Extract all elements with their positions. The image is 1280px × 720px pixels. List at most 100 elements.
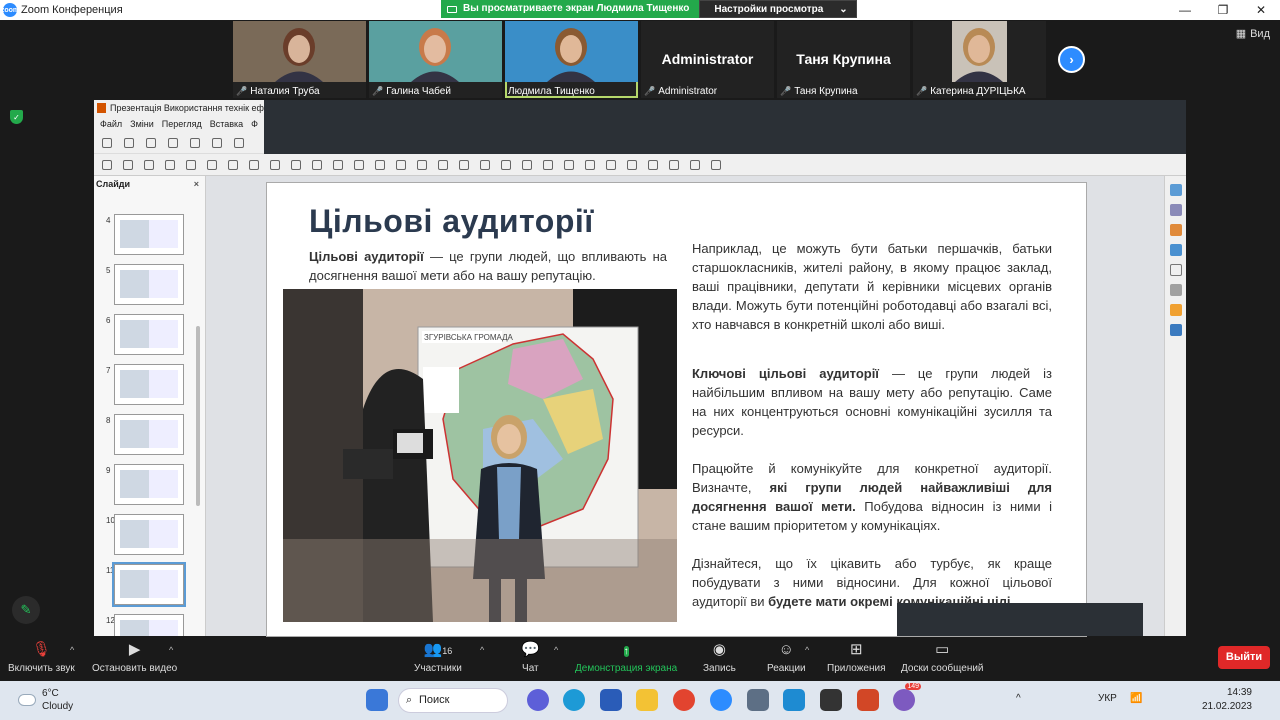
menu-item[interactable]: Зміни bbox=[130, 119, 154, 129]
toolbar-tool-icon[interactable] bbox=[190, 138, 200, 148]
slide-thumbnail[interactable] bbox=[114, 214, 184, 255]
toolbar-tool-icon[interactable] bbox=[711, 160, 721, 170]
menu-item[interactable]: Вставка bbox=[210, 119, 243, 129]
restore-icon[interactable]: ❐ bbox=[1204, 0, 1242, 20]
toolbar-tool-icon[interactable] bbox=[522, 160, 532, 170]
toolbar-tool-icon[interactable] bbox=[123, 160, 133, 170]
teamviewer-icon[interactable] bbox=[783, 689, 805, 711]
transition-icon[interactable] bbox=[1169, 304, 1182, 316]
participant-tile[interactable]: 🎤 Галина Чабей bbox=[369, 21, 502, 98]
edge-icon[interactable] bbox=[563, 689, 585, 711]
participants-button[interactable]: 👥16 Участники bbox=[414, 641, 462, 674]
styles-icon[interactable] bbox=[1169, 204, 1182, 216]
toolbar-tool-icon[interactable] bbox=[501, 160, 511, 170]
toolbar-tool-icon[interactable] bbox=[438, 160, 448, 170]
annotate-pencil-icon[interactable]: ✎ bbox=[12, 596, 40, 624]
menu-item[interactable]: Ф bbox=[251, 119, 258, 129]
close-panel-icon[interactable]: × bbox=[194, 179, 199, 189]
slide-thumbnail[interactable] bbox=[112, 562, 186, 607]
toolbar-tool-icon[interactable] bbox=[669, 160, 679, 170]
animation-icon[interactable] bbox=[1169, 284, 1182, 296]
slide-thumbnail[interactable] bbox=[114, 614, 184, 636]
leave-button[interactable]: Выйти bbox=[1218, 646, 1270, 669]
slides-scrollbar[interactable] bbox=[196, 326, 200, 506]
menu-item[interactable]: Файл bbox=[100, 119, 122, 129]
toolbar-tool-icon[interactable] bbox=[375, 160, 385, 170]
participant-tile[interactable]: Administrator 🎤 Administrator bbox=[641, 21, 774, 98]
toolbar-tool-icon[interactable] bbox=[291, 160, 301, 170]
chat-options-caret[interactable]: ^ bbox=[554, 645, 558, 655]
slide-thumbnail[interactable] bbox=[114, 364, 184, 405]
apps-button[interactable]: ⊞ Приложения bbox=[827, 641, 886, 674]
tray-chevron-icon[interactable]: ^ bbox=[1016, 693, 1021, 704]
toolbar-tool-icon[interactable] bbox=[207, 160, 217, 170]
menu-item[interactable]: Перегляд bbox=[162, 119, 202, 129]
view-button[interactable]: ▦ Вид bbox=[1236, 27, 1270, 41]
wifi-icon[interactable]: 📶 bbox=[1130, 693, 1142, 704]
toolbar-tool-icon[interactable] bbox=[543, 160, 553, 170]
toolbar-tool-icon[interactable] bbox=[228, 160, 238, 170]
record-button[interactable]: ◉ Запись bbox=[703, 641, 736, 674]
whiteboards-button[interactable]: ▭ Доски сообщений bbox=[901, 641, 984, 674]
toolbar-tool-icon[interactable] bbox=[186, 160, 196, 170]
toolbar-tool-icon[interactable] bbox=[417, 160, 427, 170]
toolbar-tool-icon[interactable] bbox=[102, 160, 112, 170]
stop-video-button[interactable]: ▶ Остановить видео bbox=[92, 641, 177, 674]
shapes-icon[interactable] bbox=[1169, 264, 1182, 276]
toolbar-tool-icon[interactable] bbox=[102, 138, 112, 148]
chrome-icon[interactable] bbox=[673, 689, 695, 711]
share-screen-button[interactable]: ↑ Демонстрация экрана bbox=[575, 641, 677, 674]
participant-tile[interactable]: 🎤 Катерина ДУРІЦЬКА bbox=[913, 21, 1046, 98]
master-slides-icon[interactable] bbox=[1169, 324, 1182, 336]
reactions-button[interactable]: ☺ Реакции bbox=[767, 641, 806, 674]
view-settings-button[interactable]: Настройки просмотра ⌄ bbox=[699, 0, 857, 18]
participant-tile[interactable]: 🎤 Наталия Труба bbox=[233, 21, 366, 98]
video-options-caret[interactable]: ^ bbox=[169, 645, 173, 655]
participant-tile[interactable]: Людмила Тищенко bbox=[505, 21, 638, 98]
toolbar-tool-icon[interactable] bbox=[690, 160, 700, 170]
windows-start-icon[interactable] bbox=[366, 689, 388, 711]
toolbar-tool-icon[interactable] bbox=[234, 138, 244, 148]
app-icon[interactable] bbox=[747, 689, 769, 711]
toolbar-tool-icon[interactable] bbox=[459, 160, 469, 170]
unmute-button[interactable]: 🎙 Включить звук bbox=[8, 641, 75, 674]
next-page-button[interactable]: › bbox=[1058, 46, 1085, 73]
toolbar-tool-icon[interactable] bbox=[165, 160, 175, 170]
search-box[interactable]: ⌕ Поиск bbox=[398, 688, 508, 713]
gallery-icon[interactable] bbox=[1169, 224, 1182, 236]
system-clock[interactable]: 14:39 21.02.2023 bbox=[1202, 686, 1252, 714]
slide-thumbnail[interactable] bbox=[114, 264, 184, 305]
toolbar-tool-icon[interactable] bbox=[648, 160, 658, 170]
toolbar-tool-icon[interactable] bbox=[144, 160, 154, 170]
toolbar-tool-icon[interactable] bbox=[354, 160, 364, 170]
slide-thumbnail[interactable] bbox=[114, 414, 184, 455]
security-shield-icon[interactable]: ✓ bbox=[10, 110, 23, 124]
webex-icon[interactable] bbox=[820, 689, 842, 711]
toolbar-tool-icon[interactable] bbox=[564, 160, 574, 170]
toolbar-tool-icon[interactable] bbox=[270, 160, 280, 170]
toolbar-tool-icon[interactable] bbox=[312, 160, 322, 170]
weather-widget[interactable]: 6°C Cloudy bbox=[18, 687, 73, 713]
toolbar-tool-icon[interactable] bbox=[249, 160, 259, 170]
keyboard-language[interactable]: УКР bbox=[1098, 693, 1117, 704]
reactions-options-caret[interactable]: ^ bbox=[805, 645, 809, 655]
navigator-icon[interactable] bbox=[1169, 244, 1182, 256]
toolbar-tool-icon[interactable] bbox=[627, 160, 637, 170]
properties-icon[interactable] bbox=[1169, 184, 1182, 196]
participant-tile[interactable]: Таня Крупина 🎤 Таня Крупина bbox=[777, 21, 910, 98]
close-icon[interactable]: ✕ bbox=[1242, 0, 1280, 20]
folder-icon[interactable] bbox=[636, 689, 658, 711]
viber-icon[interactable]: 149 bbox=[893, 683, 921, 711]
toolbar-tool-icon[interactable] bbox=[168, 138, 178, 148]
powerpoint-icon[interactable] bbox=[857, 689, 879, 711]
toolbar-tool-icon[interactable] bbox=[146, 138, 156, 148]
toolbar-tool-icon[interactable] bbox=[212, 138, 222, 148]
slide-thumbnail[interactable] bbox=[114, 314, 184, 355]
minimize-icon[interactable]: — bbox=[1166, 0, 1204, 20]
toolbar-tool-icon[interactable] bbox=[124, 138, 134, 148]
toolbar-tool-icon[interactable] bbox=[396, 160, 406, 170]
toolbar-tool-icon[interactable] bbox=[585, 160, 595, 170]
teams-chat-icon[interactable] bbox=[527, 689, 549, 711]
store-icon[interactable] bbox=[600, 689, 622, 711]
audio-options-caret[interactable]: ^ bbox=[70, 645, 74, 655]
